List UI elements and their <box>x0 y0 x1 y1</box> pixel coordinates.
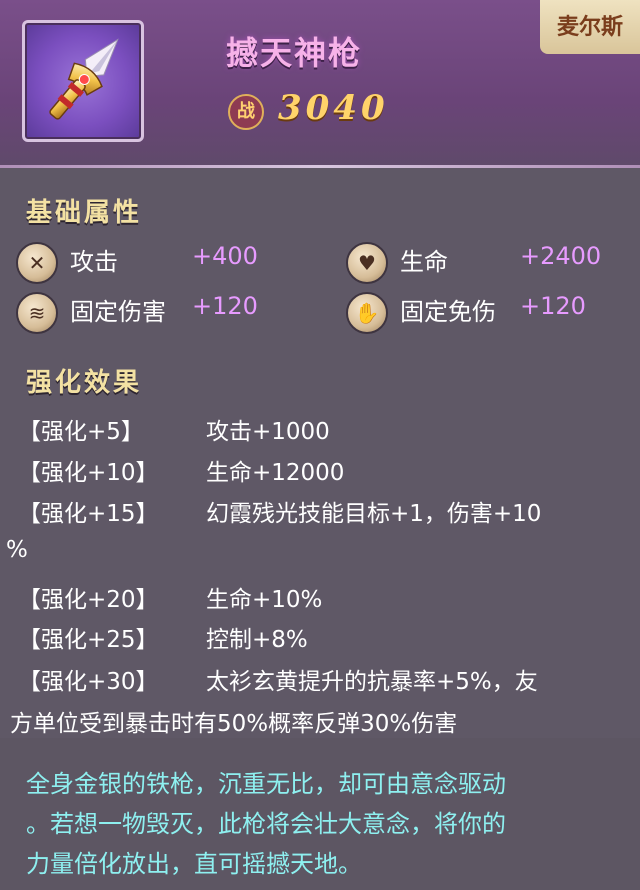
lore-panel: 全身金银的铁枪，沉重无比，却可由意念驱动 。若想一物毁灭，此枪将会壮大意念，将你… <box>0 738 640 890</box>
enhancement-effect: 生命+12000 <box>206 460 345 486</box>
enhancement-wrap-line: 方单位受到暴击时有50%概率反弹30%伤害 <box>10 711 458 737</box>
enhancement-effect: 控制+8% <box>206 627 308 653</box>
character-tag[interactable]: 麦尔斯 <box>540 0 640 54</box>
base-attributes-title: 基础属性 <box>26 198 143 228</box>
enhancement-effect: 生命+10% <box>206 587 323 613</box>
lore-line: 全身金银的铁枪，沉重无比，却可由意念驱动 <box>26 770 506 798</box>
enhancement-level: 【强化+5】 <box>18 419 144 445</box>
stat-label-fixed-reduction: 固定免伤 <box>400 298 496 326</box>
stat-label-hp: 生命 <box>400 248 448 276</box>
stat-value-fixed-damage: +120 <box>192 292 258 320</box>
weapon-icon[interactable] <box>22 20 144 142</box>
item-header: 撼天神枪 战 3040 麦尔斯 <box>0 0 640 168</box>
enhancement-level: 【强化+30】 <box>18 669 159 695</box>
enhancement-effect: 太衫玄黄提升的抗暴率+5%，友 <box>206 669 538 695</box>
crossed-swords-icon: ✕ <box>16 242 58 284</box>
golden-spear-icon <box>49 38 119 120</box>
stat-value-fixed-reduction: +120 <box>520 292 586 320</box>
stat-value-attack: +400 <box>192 242 258 270</box>
lore-line: 。若想一物毁灭，此枪将会壮大意念，将你的 <box>26 810 506 838</box>
heart-icon: ♥ <box>346 242 388 284</box>
enhancement-level: 【强化+20】 <box>18 587 159 613</box>
enhancement-level: 【强化+15】 <box>18 501 159 527</box>
stat-value-hp: +2400 <box>520 242 602 270</box>
enhancement-level: 【强化+10】 <box>18 460 159 486</box>
enhancement-level: 【强化+25】 <box>18 627 159 653</box>
power-value: 3040 <box>278 88 389 128</box>
stat-label-fixed-damage: 固定伤害 <box>70 298 166 326</box>
enhancement-wrap-line: % <box>6 537 28 563</box>
enhancement-title: 强化效果 <box>26 368 143 398</box>
power-badge-icon: 战 <box>228 94 264 130</box>
lore-line: 力量倍化放出，直可摇撼天地。 <box>26 850 362 878</box>
claw-slash-icon: ≋ <box>16 292 58 334</box>
enhancement-effect: 攻击+1000 <box>206 419 330 445</box>
stat-label-attack: 攻击 <box>70 248 118 276</box>
item-name: 撼天神枪 <box>226 34 363 72</box>
enhancement-effect: 幻霞残光技能目标+1，伤害+10 <box>206 501 542 527</box>
open-palm-icon: ✋ <box>346 292 388 334</box>
